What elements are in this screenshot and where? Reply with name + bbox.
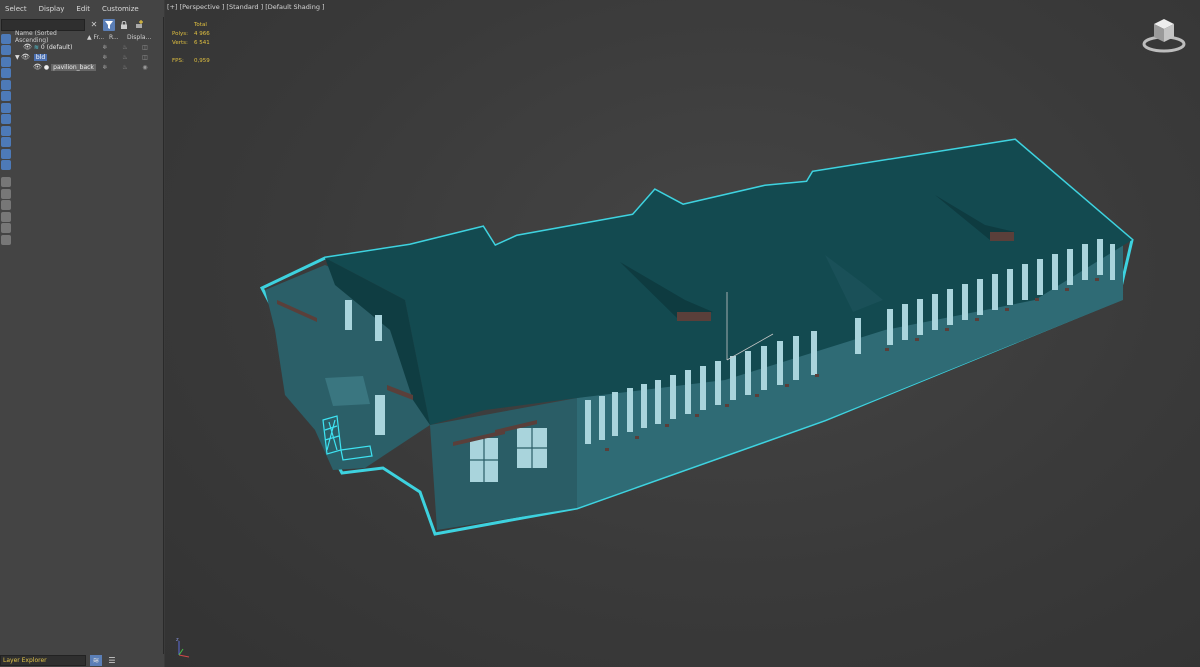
freeze-icon[interactable]: ❄ <box>95 44 115 51</box>
display-none-icon[interactable] <box>1 188 11 199</box>
verts-value: 6 541 <box>194 40 210 46</box>
sync-selection-icon[interactable] <box>1 234 11 245</box>
tree-row-pavilion-object[interactable]: 👁 ● pavilion_back ❄ ♨ ◉ <box>13 62 163 72</box>
layer-tree: Name (Sorted Ascending) ▲ Fr... R... Dis… <box>13 30 163 72</box>
fps-label: FPS: <box>172 58 184 64</box>
explorer-type-dropdown[interactable]: Layer Explorer <box>0 655 86 666</box>
column-frozen-header[interactable]: ▲ Fr... <box>87 34 109 41</box>
display-containers-icon[interactable] <box>1 137 11 147</box>
display-groups-icon[interactable] <box>1 102 11 113</box>
display-invert-icon[interactable] <box>1 200 11 210</box>
menu-display[interactable]: Display <box>39 5 65 13</box>
freeze-icon[interactable]: ❄ <box>95 54 115 61</box>
explorer-bottom-bar: Layer Explorer ≋ ☰ <box>0 654 164 667</box>
lock-icon[interactable] <box>118 19 130 31</box>
explorer-side-toolbar <box>0 32 13 246</box>
dormer-window-right <box>990 232 1014 241</box>
display-box-icon[interactable]: ◫ <box>135 54 155 61</box>
verts-label: Verts: <box>172 40 188 46</box>
svg-text:z: z <box>176 637 179 643</box>
close-icon[interactable]: ✕ <box>88 19 100 31</box>
stats-verts-row: Verts: 6 541 <box>172 39 210 48</box>
display-frozen-icon[interactable] <box>1 148 11 159</box>
column-display-header[interactable]: Displa... <box>127 34 161 41</box>
dormer-window-left <box>677 312 711 321</box>
filter-options-icon[interactable] <box>1 211 11 222</box>
stats-fps-row: FPS: 0,959 <box>172 57 210 66</box>
stats-header: Total <box>194 22 207 28</box>
filter-icon[interactable] <box>103 18 115 31</box>
stats-spacer <box>172 48 210 57</box>
add-layer-icon[interactable] <box>133 19 145 31</box>
tree-row-bld-layer[interactable]: ▼ 👁 bld ❄ ♨ ◫ <box>13 52 163 62</box>
toolbar-separator <box>1 172 11 176</box>
stats-polys-row: Polys: 4 966 <box>172 30 210 39</box>
entrance-canopy <box>325 376 370 406</box>
polys-value: 4 966 <box>194 31 210 37</box>
display-bones-icon[interactable] <box>1 125 11 136</box>
fps-value: 0,959 <box>194 58 210 64</box>
explorer-menubar: Select Display Edit Customize <box>0 0 164 17</box>
eye-icon[interactable]: 👁 <box>23 43 32 51</box>
display-box-icon[interactable]: ◫ <box>135 44 155 51</box>
axis-tripod-icon: z <box>171 635 193 661</box>
layer-name: 0 (default) <box>40 43 73 51</box>
menu-customize[interactable]: Customize <box>102 5 139 13</box>
display-geometry-icon[interactable] <box>1 33 11 44</box>
viewport-label-menu[interactable]: [+] [Perspective ] [Standard ] [Default … <box>167 3 325 11</box>
menu-edit[interactable]: Edit <box>76 5 90 13</box>
layer-stack-icon: ≋ <box>33 43 39 51</box>
sort-by-layer-icon[interactable]: ≋ <box>90 655 102 666</box>
display-cameras-icon[interactable] <box>1 68 11 78</box>
eye-icon[interactable]: 👁 <box>33 63 42 71</box>
object-name: pavilion_back <box>51 63 96 71</box>
display-spacewarps-icon[interactable] <box>1 91 11 101</box>
viewcube-icon[interactable] <box>1140 14 1188 56</box>
display-box-icon[interactable]: ◉ <box>135 64 155 71</box>
scene-explorer-panel: Select Display Edit Customize ✕ Name (So… <box>0 0 164 667</box>
search-input[interactable] <box>1 18 85 31</box>
column-render-header[interactable]: R... <box>109 34 127 41</box>
render-teapot-icon[interactable]: ♨ <box>115 54 135 61</box>
tree-row-default-layer[interactable]: 👁 ≋ 0 (default) ❄ ♨ ◫ <box>13 42 163 52</box>
display-hidden-icon[interactable] <box>1 160 11 170</box>
statistics-overlay: Total Polys: 4 966 Verts: 6 541 FPS: 0,959 <box>172 21 210 66</box>
perspective-viewport[interactable]: [+] [Perspective ] [Standard ] [Default … <box>165 0 1200 667</box>
polys-label: Polys: <box>172 31 188 37</box>
object-dot-icon: ● <box>43 63 50 71</box>
render-teapot-icon[interactable]: ♨ <box>115 44 135 51</box>
sort-by-hierarchy-icon[interactable]: ☰ <box>106 655 118 666</box>
layer-name: bld <box>33 53 48 61</box>
freeze-icon[interactable]: ❄ <box>95 64 115 71</box>
display-xrefs-icon[interactable] <box>1 114 11 124</box>
display-lights-icon[interactable] <box>1 56 11 67</box>
display-shapes-icon[interactable] <box>1 45 11 55</box>
display-all-icon[interactable] <box>1 177 11 187</box>
building-model[interactable] <box>165 0 1200 667</box>
tree-header: Name (Sorted Ascending) ▲ Fr... R... Dis… <box>13 30 163 44</box>
eye-icon[interactable]: 👁 <box>21 53 30 61</box>
render-teapot-icon[interactable]: ♨ <box>115 64 135 71</box>
menu-select[interactable]: Select <box>5 5 27 13</box>
funnel-icon[interactable] <box>1 223 11 233</box>
display-helpers-icon[interactable] <box>1 79 11 90</box>
